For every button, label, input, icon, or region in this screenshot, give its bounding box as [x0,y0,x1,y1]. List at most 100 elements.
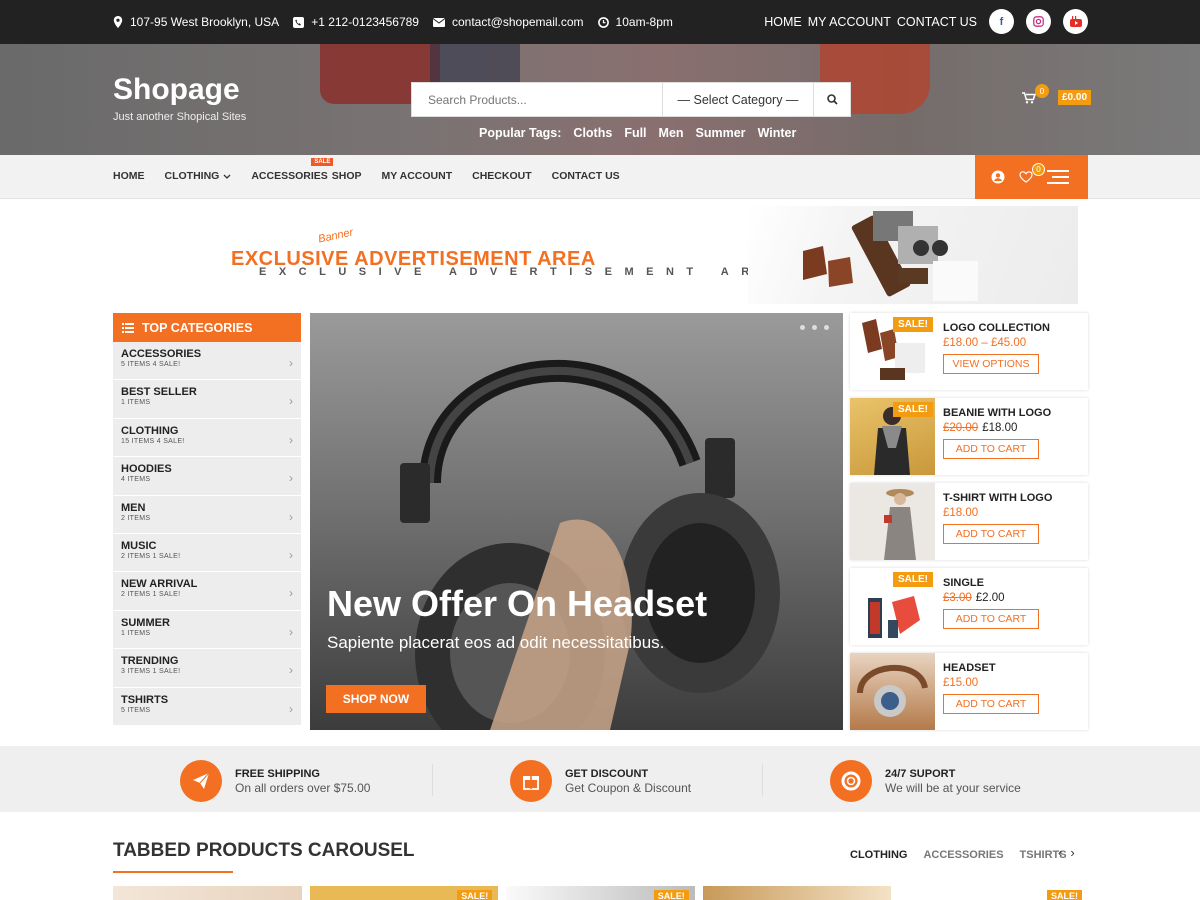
section-title-underline [113,871,233,873]
nav-clothing-label: CLOTHING [164,170,220,182]
clock-icon [597,16,609,28]
category-item[interactable]: MUSIC 2 ITEMS 1 SALE! › [113,533,301,573]
shopping-cart-icon [1022,91,1036,103]
nav-contact-us[interactable]: CONTACT US [552,170,620,182]
category-item[interactable]: TSHIRTS 5 ITEMS › [113,687,301,726]
top-link-contact-us[interactable]: CONTACT US [897,15,977,29]
tag-summer[interactable]: Summer [696,126,746,140]
chevron-right-icon: › [289,547,293,562]
nav-accessories[interactable]: ACCESSORIES SALE [251,158,334,182]
nav-my-account-label: MY ACCOUNT [381,170,453,182]
category-item[interactable]: SUMMER 1 ITEMS › [113,610,301,650]
product-image[interactable]: SALE! [850,398,935,475]
chevron-down-icon [223,174,231,179]
paper-plane-icon [180,760,222,802]
youtube-icon[interactable] [1063,9,1088,34]
category-item[interactable]: BEST SELLER 1 ITEMS › [113,380,301,419]
product-image[interactable]: SALE! [850,568,935,645]
nav-checkout[interactable]: CHECKOUT [472,170,532,182]
view-options-button[interactable]: VIEW OPTIONS [943,354,1039,374]
old-price: £20.00 [943,422,979,434]
category-name: ACCESSORIES [121,348,202,360]
category-select[interactable]: — Select Category — [662,83,814,116]
category-name: HOODIES [121,463,172,476]
category-item[interactable]: NEW ARRIVAL 2 ITEMS 1 SALE! › [113,572,301,611]
instagram-icon[interactable] [1026,9,1051,34]
main-navigation: HOME CLOTHING ACCESSORIES SALE SHOP MY A… [0,155,1200,199]
category-item[interactable]: CLOTHING 15 ITEMS 4 SALE! › [113,418,301,458]
top-link-my-account[interactable]: MY ACCOUNT [808,15,891,29]
product-name[interactable]: BEANIE WITH LOGO [943,407,1051,419]
top-link-home[interactable]: HOME [764,15,802,29]
top-links: HOME MY ACCOUNT CONTACT US f [764,9,1088,34]
tag-cloths[interactable]: Cloths [573,126,612,140]
featured-products-list: SALE! LOGO COLLECTION £18.00 – £45.00 VI… [850,313,1088,738]
carousel-product-thumb[interactable]: SALE! [899,886,1088,900]
site-logo[interactable]: Shopage [113,73,240,107]
category-name: BEST SELLER [121,386,197,399]
advertisement-banner[interactable]: Banner EXCLUSIVE ADVERTISEMENT AREA EXCL… [113,206,1088,304]
carousel-product-thumb[interactable]: SALE! [506,886,695,900]
feature-support: 24/7 SUPORT We will be at your service [830,760,1021,802]
sale-price: £18.00 [982,422,1018,434]
location-pin-icon [113,16,123,28]
product-image[interactable]: SALE! [850,313,935,390]
product-image[interactable] [850,483,935,560]
carousel-product-thumb[interactable] [113,886,302,900]
tab-accessories[interactable]: ACCESSORIES [923,849,1003,861]
chevron-right-icon: › [289,701,293,716]
search-button[interactable] [814,83,850,116]
tab-clothing[interactable]: CLOTHING [850,849,907,861]
top-categories-widget: TOP CATEGORIES ACCESSORIES 5 ITEMS 4 SALE… [113,313,301,730]
carousel-product-thumb[interactable] [702,886,892,900]
user-account-icon[interactable] [991,170,1005,184]
product-price: £20.00 £18.00 [943,422,1051,434]
chevron-right-icon: › [289,471,293,486]
add-to-cart-button[interactable]: ADD TO CART [943,524,1039,544]
chevron-left-icon[interactable]: ‹ [1058,845,1062,860]
category-meta: 5 ITEMS 4 SALE! [121,361,181,368]
chevron-right-icon[interactable]: › [1070,845,1074,860]
nav-my-account[interactable]: MY ACCOUNT [382,170,453,182]
feature-description: Get Coupon & Discount [565,780,692,795]
nav-shop[interactable]: SHOP [332,170,362,182]
nav-accessories-label: ACCESSORIES [251,170,328,182]
tag-full[interactable]: Full [624,126,646,140]
category-item[interactable]: HOODIES 4 ITEMS › [113,457,301,496]
product-name[interactable]: LOGO COLLECTION [943,322,1050,334]
feature-description: On all orders over $75.00 [235,780,371,795]
feature-title: GET DISCOUNT [565,767,649,780]
search-icon [826,94,838,105]
tag-winter[interactable]: Winter [758,126,797,140]
product-image[interactable] [850,653,935,730]
menu-bars-icon[interactable] [1047,169,1069,185]
sale-badge: SALE! [1046,890,1082,900]
add-to-cart-button[interactable]: ADD TO CART [943,609,1039,629]
search-input[interactable] [412,83,662,116]
carousel-product-thumb[interactable]: SALE! [309,886,499,900]
facebook-icon[interactable]: f [989,9,1014,34]
category-item[interactable]: TRENDING 3 ITEMS 1 SALE! › [113,649,301,688]
shop-now-button[interactable]: SHOP NOW [326,685,426,713]
product-name[interactable]: HEADSET [943,662,1039,674]
nav-contact-us-label: CONTACT US [551,170,620,182]
slider-dot[interactable] [812,325,817,330]
cart-count-badge: 0 [1035,84,1049,98]
tag-men[interactable]: Men [659,126,684,140]
chevron-right-icon: › [289,624,293,639]
wishlist-heart-icon[interactable] [1019,171,1033,183]
address-item: 107-95 West Brooklyn, USA [113,15,279,29]
add-to-cart-button[interactable]: ADD TO CART [943,694,1039,714]
product-name[interactable]: SINGLE [943,577,1039,589]
feature-title: FREE SHIPPING [235,767,320,780]
slider-dot[interactable] [824,325,829,330]
category-item[interactable]: MEN 2 ITEMS › [113,495,301,534]
nav-clothing[interactable]: CLOTHING [165,170,232,182]
category-name: MUSIC [121,539,157,552]
mini-cart[interactable]: 0 £0.00 [1022,84,1092,105]
product-name[interactable]: T-SHIRT WITH LOGO [943,492,1052,504]
nav-home[interactable]: HOME [113,170,145,182]
add-to-cart-button[interactable]: ADD TO CART [943,439,1039,459]
slider-dot[interactable] [800,325,805,330]
category-item[interactable]: ACCESSORIES 5 ITEMS 4 SALE! › [113,342,301,381]
